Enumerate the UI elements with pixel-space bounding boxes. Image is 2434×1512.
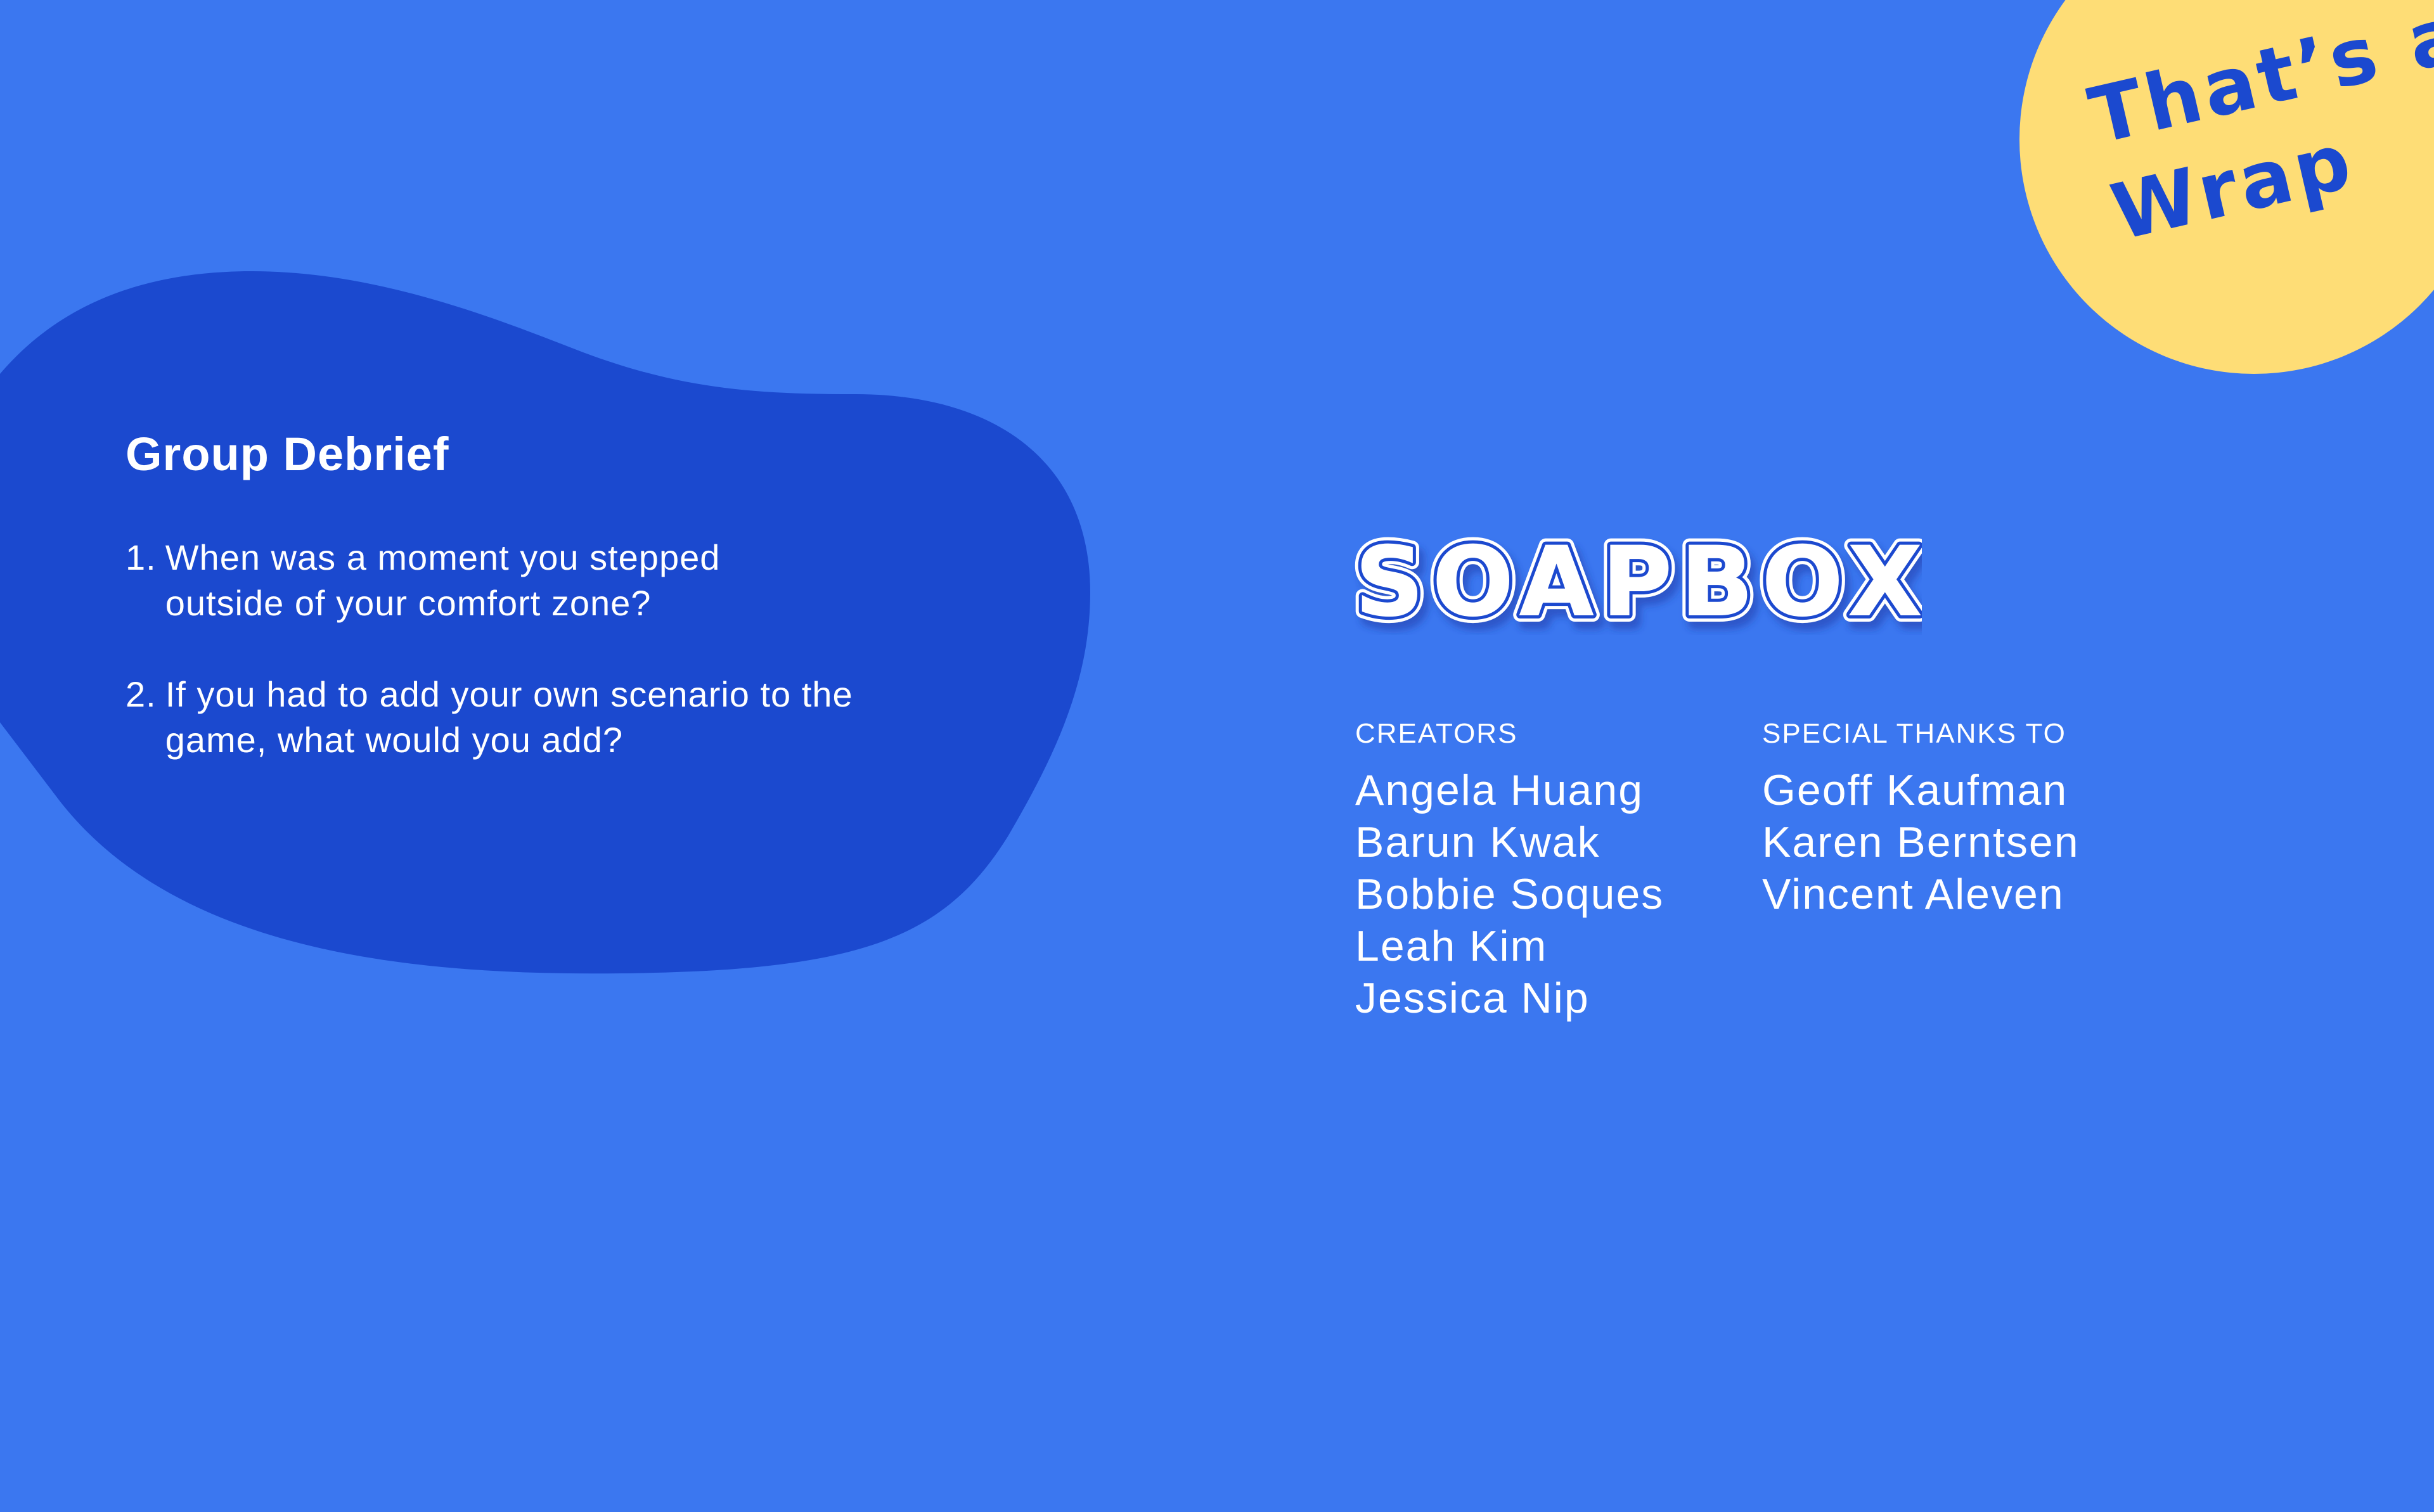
- creators-heading: CREATORS: [1355, 718, 1518, 749]
- question-text: When was a moment you stepped outside of…: [165, 537, 721, 623]
- debrief-question: 2. If you had to add your own scenario t…: [126, 672, 950, 763]
- special-thanks-heading: SPECIAL THANKS TO: [1762, 718, 2066, 749]
- thanks-name: Geoff Kaufman: [1762, 766, 2068, 814]
- special-thanks-list: Geoff Kaufman Karen Berntsen Vincent Ale…: [1762, 764, 2080, 920]
- special-thanks-column: SPECIAL THANKS TO Geoff Kaufman Karen Be…: [1762, 715, 2080, 920]
- slide-canvas: That’s a Wrap Group Debrief 1. When was …: [0, 0, 2434, 1512]
- question-text: If you had to add your own scenario to t…: [165, 674, 853, 760]
- group-debrief-section: Group Debrief 1. When was a moment you s…: [126, 426, 950, 809]
- question-number: 2.: [126, 674, 157, 714]
- creator-name: Jessica Nip: [1355, 974, 1590, 1022]
- thanks-name: Karen Berntsen: [1762, 818, 2080, 866]
- logo-wordmark: SOAPBOX: [1355, 534, 1922, 635]
- question-number: 1.: [126, 537, 157, 577]
- thanks-name: Vincent Aleven: [1762, 870, 2064, 918]
- creators-column: CREATORS Angela Huang Barun Kwak Bobbie …: [1355, 715, 1664, 1024]
- soapbox-logo: SOAPBOX SOAPBOX SOAPBOX: [1351, 534, 1922, 635]
- creator-name: Barun Kwak: [1355, 818, 1600, 866]
- creator-name: Angela Huang: [1355, 766, 1644, 814]
- creator-name: Bobbie Soques: [1355, 870, 1665, 918]
- debrief-question: 1. When was a moment you stepped outside…: [126, 535, 950, 626]
- debrief-title: Group Debrief: [126, 428, 449, 480]
- creator-name: Leah Kim: [1355, 922, 1548, 970]
- creators-list: Angela Huang Barun Kwak Bobbie Soques Le…: [1355, 764, 1664, 1024]
